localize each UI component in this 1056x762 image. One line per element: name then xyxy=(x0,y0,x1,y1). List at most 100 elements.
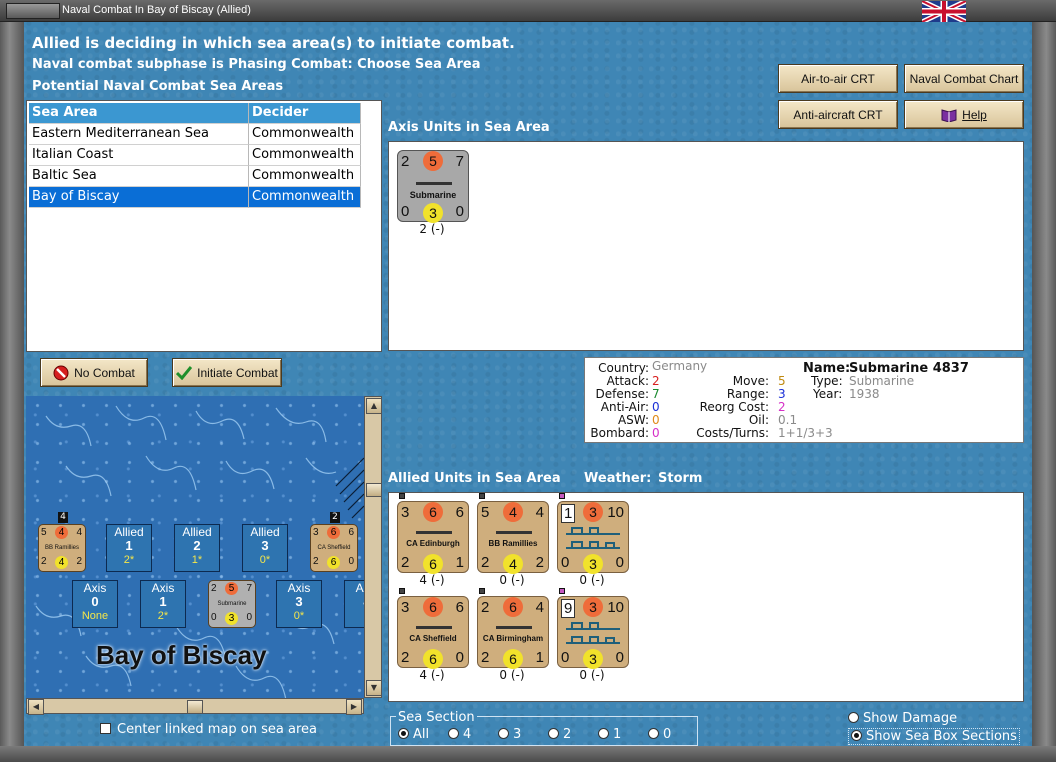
allied-unit-counter[interactable]: 3 6 6 CA Edinburgh 2 6 1 xyxy=(397,501,469,574)
scroll-right-icon[interactable]: ▶ xyxy=(346,699,362,715)
sea-box-value: 1* xyxy=(191,554,203,566)
sea-box-number: 3 xyxy=(261,538,269,553)
column-header-decider[interactable]: Decider xyxy=(249,103,361,124)
show-sections-radio[interactable] xyxy=(851,730,862,741)
country-value: Germany xyxy=(652,359,708,373)
table-row-selected[interactable]: Bay of Biscay Commonwealth xyxy=(29,187,361,208)
counter-top-right: 10 xyxy=(607,599,624,616)
costs-turns-value: 1+1/3+3 xyxy=(778,426,833,440)
initiate-combat-button[interactable]: Initiate Combat xyxy=(172,358,282,387)
allied-unit-status: 4 (-) xyxy=(419,573,445,587)
center-map-option[interactable]: Center linked map on sea area xyxy=(100,722,317,737)
counter-top-left: 2 xyxy=(481,599,490,616)
year-value: 1938 xyxy=(849,387,880,401)
counter-top-center: 6 xyxy=(423,502,443,522)
radio-label: 3 xyxy=(513,727,522,742)
show-damage-radio[interactable] xyxy=(848,712,859,723)
center-map-checkbox[interactable] xyxy=(100,723,111,734)
allied-unit-counter[interactable]: 9 3 10 0 3 0 xyxy=(557,596,629,669)
allied-sea-box-1[interactable]: Allied 1 2* xyxy=(106,524,152,572)
counter-top-right: 6 xyxy=(455,504,464,521)
axis-sea-box-3[interactable]: Axis 3 0* xyxy=(276,580,322,628)
scroll-down-icon[interactable]: ▼ xyxy=(366,680,382,696)
show-sections-option[interactable]: Show Sea Box Sections xyxy=(848,728,1020,745)
sea-area-cell: Baltic Sea xyxy=(29,166,249,187)
sea-section-1[interactable]: 1 xyxy=(598,727,621,742)
sea-section-4[interactable]: 4 xyxy=(448,727,471,742)
radio-1[interactable] xyxy=(598,728,609,739)
counter-bottom-right: 1 xyxy=(455,554,464,571)
mc-top-left: 5 xyxy=(41,527,47,538)
radio-4[interactable] xyxy=(448,728,459,739)
counter-bottom-right: 0 xyxy=(615,649,624,666)
sea-box-number: 1 xyxy=(159,594,167,609)
sea-section-3[interactable]: 3 xyxy=(498,727,521,742)
help-label: Help xyxy=(962,107,987,122)
sea-box-side: Allied xyxy=(250,525,280,539)
no-entry-icon xyxy=(53,365,69,380)
allied-sea-box-3[interactable]: Allied 3 0* xyxy=(242,524,288,572)
axis-unit-counter[interactable]: 2 5 7 Submarine 0 3 0 xyxy=(397,150,469,223)
allied-unit-status: 0 (-) xyxy=(499,573,525,587)
help-button[interactable]: Help xyxy=(904,100,1024,129)
radio-label: 0 xyxy=(663,727,672,742)
mc-bottom-left: 0 xyxy=(211,612,217,623)
map-horizontal-scrollbar[interactable]: ◀ ▶ xyxy=(26,698,364,715)
map-counter-bb-ramillies[interactable]: 5 4 4 BB Ramillies 2 4 2 xyxy=(38,524,86,572)
show-damage-option[interactable]: Show Damage xyxy=(848,711,957,726)
allied-sea-box-2[interactable]: Allied 2 1* xyxy=(174,524,220,572)
weather-value: Storm xyxy=(658,471,703,486)
axis-sea-box-4[interactable]: Axis 4 xyxy=(344,580,364,628)
scroll-left-icon[interactable]: ◀ xyxy=(28,699,44,715)
radio-3[interactable] xyxy=(498,728,509,739)
naval-combat-chart-button[interactable]: Naval Combat Chart xyxy=(904,64,1024,93)
axis-sea-box-0[interactable]: Axis 0 None xyxy=(72,580,118,628)
counter-bottom-right: 1 xyxy=(535,649,544,666)
sea-section-all[interactable]: All xyxy=(398,727,429,742)
unit-flag-marker xyxy=(399,588,405,594)
anti-aircraft-crt-label: Anti-aircraft CRT xyxy=(793,107,883,122)
mc-bottom-center: 4 xyxy=(55,556,68,569)
mc-name: BB Ramillies xyxy=(44,545,79,551)
map-vertical-scrollbar[interactable]: ▲ ▼ xyxy=(364,396,382,698)
sea-box-number: 3 xyxy=(295,594,303,609)
vertical-scroll-thumb[interactable] xyxy=(366,483,382,497)
anti-aircraft-crt-button[interactable]: Anti-aircraft CRT xyxy=(778,100,898,129)
radio-all[interactable] xyxy=(398,728,409,739)
column-header-sea-area[interactable]: Sea Area xyxy=(29,103,249,124)
axis-sea-box-1[interactable]: Axis 1 2* xyxy=(140,580,186,628)
allied-unit-counter[interactable]: 1 3 10 0 3 0 xyxy=(557,501,629,574)
counter-bottom-center: 3 xyxy=(583,649,603,669)
radio-2[interactable] xyxy=(548,728,559,739)
mc-top-right: 4 xyxy=(76,527,82,538)
mc-bottom-center: 6 xyxy=(327,556,340,569)
radio-0[interactable] xyxy=(648,728,659,739)
no-combat-label: No Combat xyxy=(74,365,135,380)
table-row[interactable]: Baltic Sea Commonwealth xyxy=(29,166,361,187)
map-counter-submarine[interactable]: 2 5 7 Submarine 0 3 0 xyxy=(208,580,256,628)
allied-unit-status: 4 (-) xyxy=(419,668,445,682)
window-menu-button[interactable] xyxy=(6,3,60,19)
mc-name: Submarine xyxy=(217,601,247,607)
counter-top-left: 9 xyxy=(561,599,576,618)
counter-bottom-right: 0 xyxy=(455,203,464,220)
table-row[interactable]: Italian Coast Commonwealth xyxy=(29,145,361,166)
stack-count-badge: 4 xyxy=(58,512,68,523)
no-combat-button[interactable]: No Combat xyxy=(40,358,148,387)
horizontal-scroll-thumb[interactable] xyxy=(187,700,203,714)
allied-unit-counter[interactable]: 3 6 6 CA Sheffield 2 6 0 xyxy=(397,596,469,669)
air-to-air-crt-button[interactable]: Air-to-air CRT xyxy=(778,64,898,93)
counter-bottom-left: 0 xyxy=(561,554,570,571)
map-counter-ca-sheffield[interactable]: 3 6 6 CA Sheffield 2 6 0 xyxy=(310,524,358,572)
subphase-heading: Naval combat subphase is Phasing Combat:… xyxy=(32,57,481,72)
sea-section-0[interactable]: 0 xyxy=(648,727,671,742)
union-jack-flag-icon xyxy=(922,1,966,22)
sea-section-2[interactable]: 2 xyxy=(548,727,571,742)
window-frame-right xyxy=(1032,22,1056,762)
mc-bottom-center: 3 xyxy=(225,612,238,625)
year-label: Year: xyxy=(813,387,843,401)
scroll-up-icon[interactable]: ▲ xyxy=(366,398,382,414)
allied-unit-counter[interactable]: 2 6 4 CA Birmingham 2 6 1 xyxy=(477,596,549,669)
table-row[interactable]: Eastern Mediterranean Sea Commonwealth xyxy=(29,124,361,145)
allied-unit-counter[interactable]: 5 4 4 BB Ramillies 2 4 2 xyxy=(477,501,549,574)
